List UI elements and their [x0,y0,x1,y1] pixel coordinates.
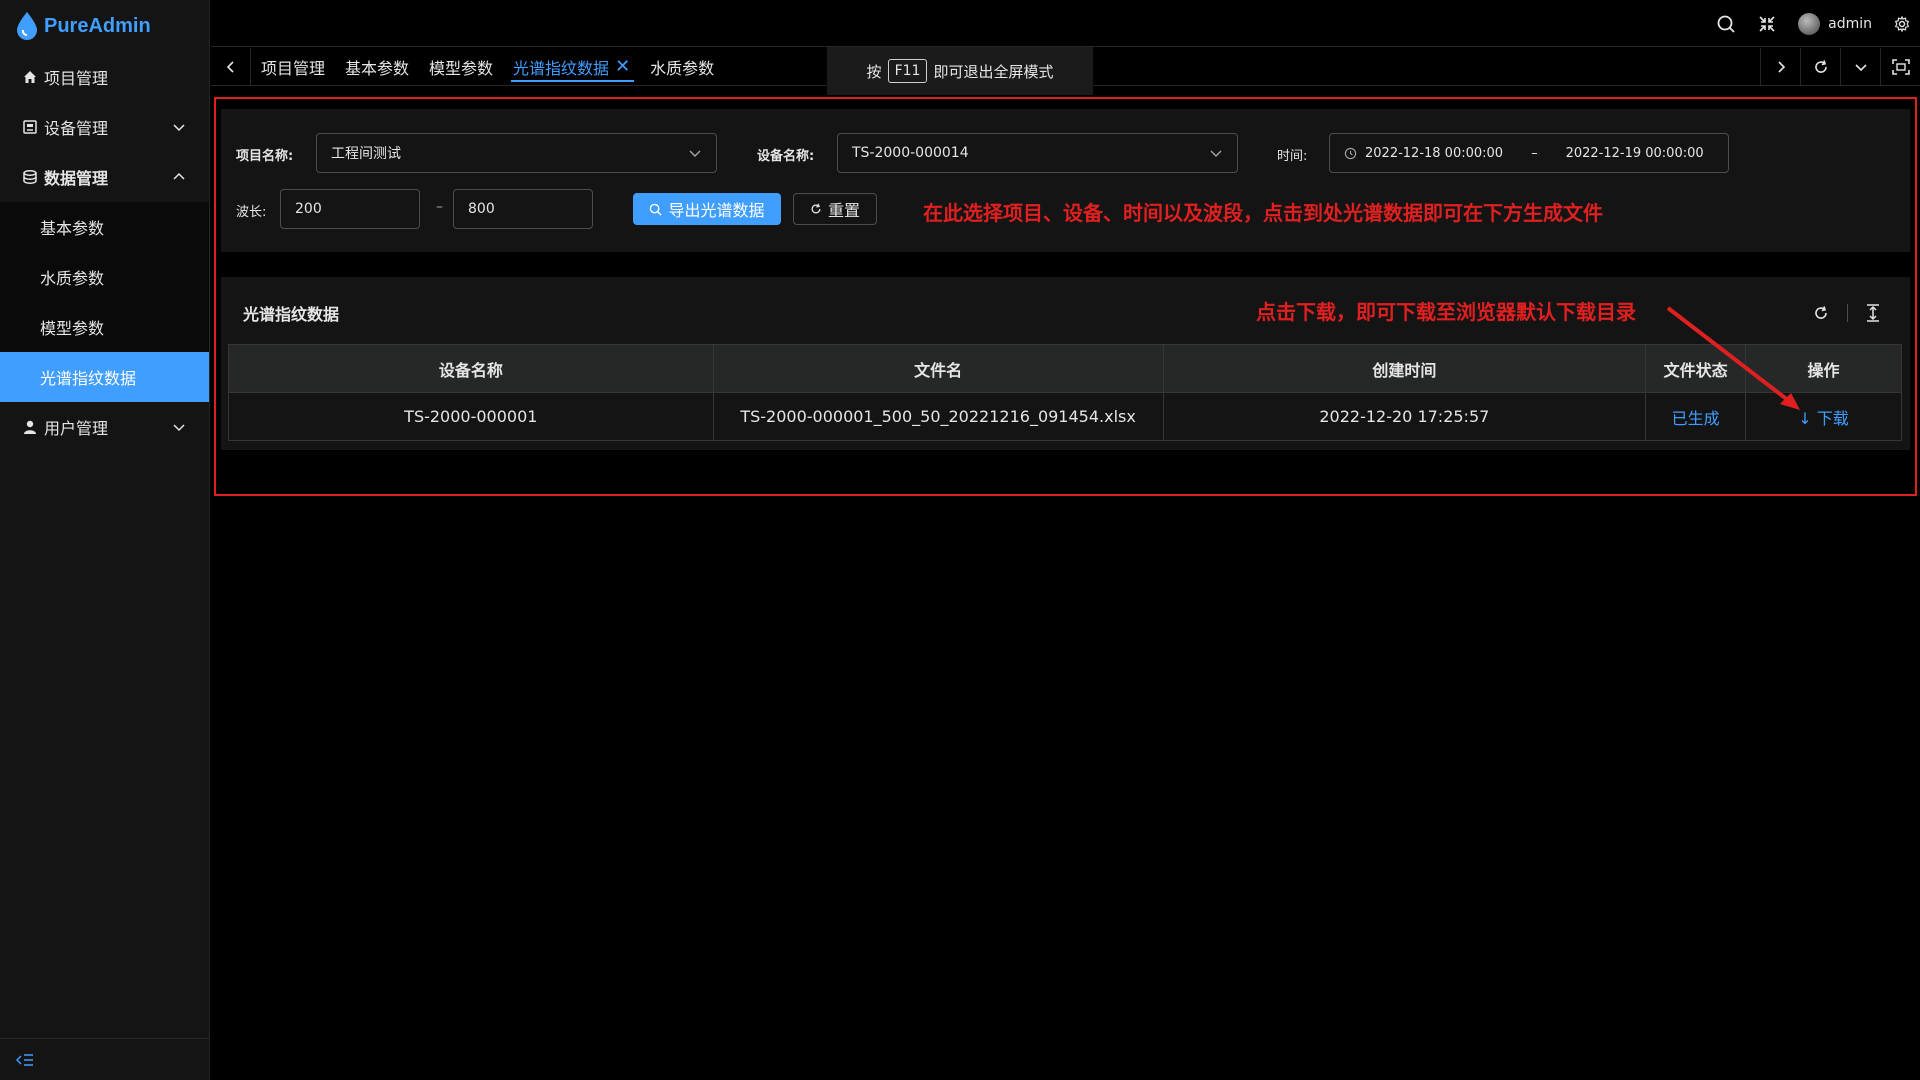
sidebar-item-basic-params[interactable]: 基本参数 [0,202,209,252]
sidebar-item-label: 水质参数 [40,269,105,288]
exit-fullscreen-icon[interactable] [1758,15,1776,33]
chevron-down-icon [173,424,185,432]
search-icon[interactable] [1716,14,1736,34]
sidebar-item-label: 模型参数 [40,319,105,338]
chevron-up-icon [173,172,185,180]
tab-project[interactable]: 项目管理 [251,48,335,86]
sidebar-item-users[interactable]: 用户管理 [0,402,209,452]
refresh-tab-button[interactable] [1800,48,1840,86]
device-icon [22,119,38,135]
topbar-actions: admin [1716,0,1910,47]
collapse-sidebar-button[interactable] [0,1038,210,1080]
sidebar-item-label: 数据管理 [44,169,109,188]
tab-water-params[interactable]: 水质参数 [640,48,724,86]
logo-drop-icon [17,12,37,40]
sidebar-item-label: 用户管理 [44,419,109,438]
annotation-arrow-icon [1666,306,1800,410]
sidebar: PureAdmin 项目管理 设备管理 数据管理 基本参数 水质参数 模型参数 … [0,0,210,1080]
tab-basic-params[interactable]: 基本参数 [335,48,419,86]
sidebar-item-spectral-data[interactable]: 光谱指纹数据 [0,352,209,402]
sidebar-item-label: 光谱指纹数据 [40,369,137,388]
chevron-down-icon [173,124,185,132]
home-icon [22,69,38,85]
tab-label: 基本参数 [345,58,410,78]
content-fullscreen-button[interactable] [1880,48,1920,86]
fullscreen-icon [1891,59,1910,75]
chevron-left-icon [226,60,234,73]
chevron-right-icon [1777,61,1785,73]
sidebar-item-data[interactable]: 数据管理 [0,152,209,202]
tab-label: 模型参数 [429,58,494,78]
menu-fold-icon [16,1053,33,1066]
sidebar-item-device[interactable]: 设备管理 [0,102,209,152]
gear-icon[interactable] [1894,15,1910,32]
avatar [1798,12,1821,35]
tab-label: 光谱指纹数据 [513,58,610,78]
username: admin [1828,15,1872,32]
tab-model-params[interactable]: 模型参数 [419,48,503,86]
user-icon [22,419,38,435]
tab-spectral-data[interactable]: 光谱指纹数据 ✕ [503,48,640,86]
close-icon[interactable]: ✕ [615,56,630,77]
sidebar-item-label: 基本参数 [40,219,105,238]
refresh-icon [1814,60,1827,73]
tab-label: 项目管理 [261,58,326,78]
chevron-down-icon [1854,64,1867,72]
tabs-dropdown-button[interactable] [1840,48,1880,86]
user-menu[interactable]: admin [1798,12,1872,35]
topbar: admin [211,0,1920,47]
sidebar-item-project[interactable]: 项目管理 [0,52,209,102]
tabs-scroll-right-button[interactable] [1760,48,1800,86]
annotation-highlight-box [214,97,1917,496]
tabs-actions [1760,48,1920,86]
logo[interactable]: PureAdmin [0,0,209,52]
data-submenu: 基本参数 水质参数 模型参数 光谱指纹数据 [0,202,209,402]
tip-prefix: 按 [866,62,882,81]
sidebar-item-model-params[interactable]: 模型参数 [0,302,209,352]
tip-suffix: 即可退出全屏模式 [933,62,1054,81]
tip-key: F11 [887,59,928,83]
tabs-scroll-left-button[interactable] [211,47,251,86]
fullscreen-tip: 按 F11 即可退出全屏模式 [827,47,1093,95]
sidebar-item-label: 项目管理 [44,69,109,88]
sidebar-item-label: 设备管理 [44,119,109,138]
database-icon [22,169,38,185]
tab-label: 水质参数 [650,58,715,78]
sidebar-item-water-params[interactable]: 水质参数 [0,252,209,302]
app-name: PureAdmin [44,14,151,37]
